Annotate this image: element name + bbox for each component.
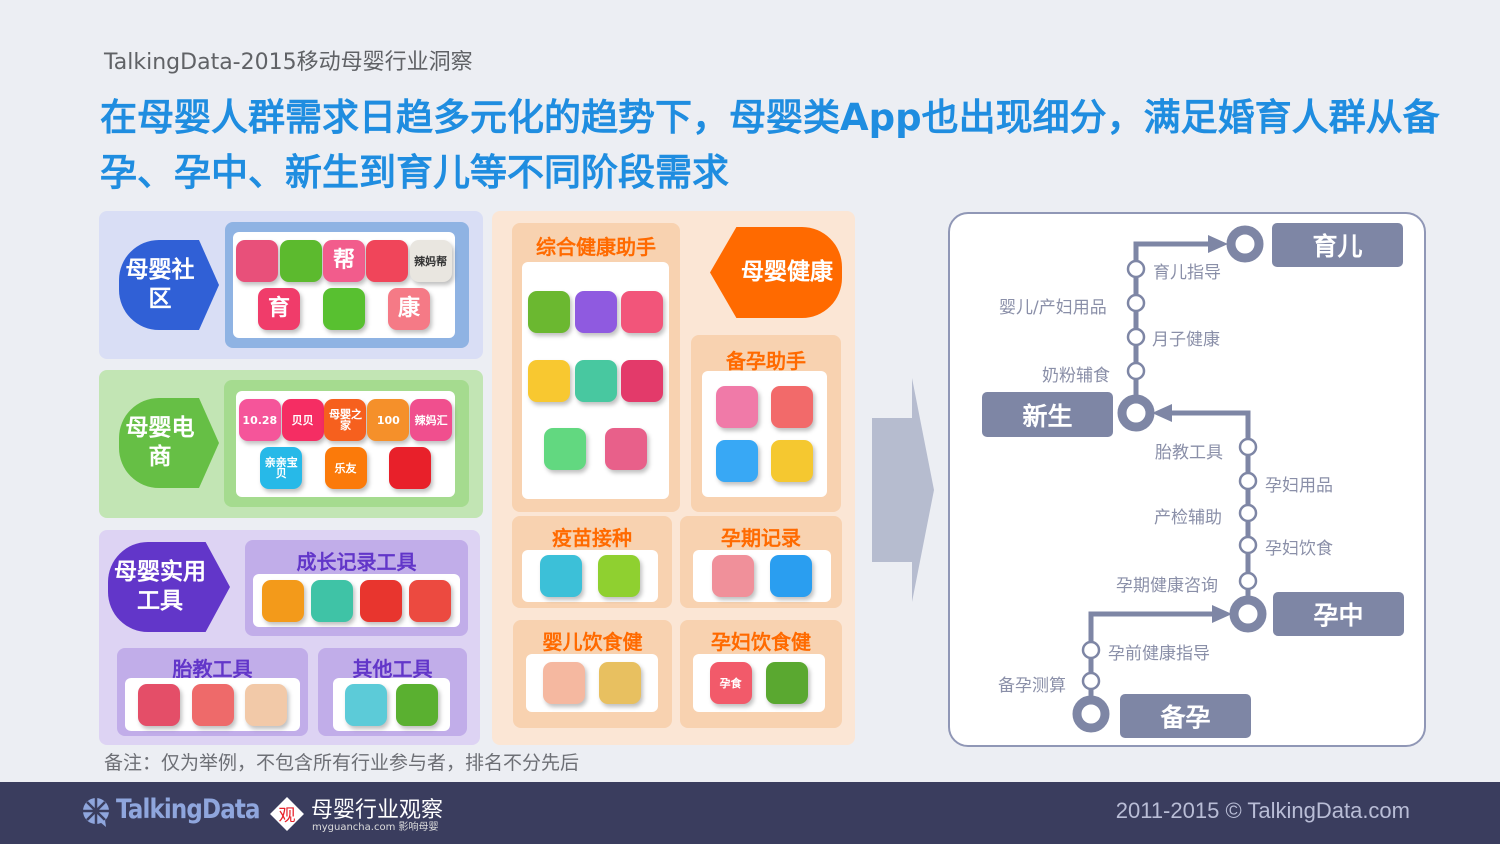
station-label: 胎教工具 [1155, 443, 1223, 463]
station-prep-icon [1072, 695, 1110, 733]
station-label: 婴儿/产妇用品 [999, 298, 1107, 318]
station-label: 孕期健康咨询 [1116, 576, 1218, 596]
station-label: 孕妇用品 [1265, 476, 1333, 496]
station-label: 产检辅助 [1154, 508, 1222, 528]
footer-copyright: 2011-2015 © TalkingData.com [1115, 798, 1410, 823]
footer-bar: TalkingData 观 母婴行业观察 myguancha.com 影响母婴 … [0, 782, 1500, 844]
station-label: 备孕测算 [998, 676, 1066, 696]
footnote: 备注：仅为举例，不包含所有行业参与者，排名不分先后 [104, 752, 580, 774]
station-label: 孕前健康指导 [1108, 644, 1210, 664]
stage-prep: 备孕 [1120, 694, 1251, 738]
stage-parenting: 育儿 [1272, 223, 1403, 267]
talkingdata-logo-icon [83, 798, 109, 827]
metro-line-diagram [1072, 225, 1267, 733]
station-label: 育儿指导 [1153, 263, 1221, 283]
stage-pregnant: 孕中 [1273, 592, 1404, 636]
footer-brand: TalkingData [116, 794, 260, 825]
station-label: 月子健康 [1152, 330, 1220, 350]
footer-partner-sub: myguancha.com 影响母婴 [312, 822, 439, 833]
svg-text:观: 观 [279, 806, 296, 826]
station-parenting-icon [1226, 225, 1264, 263]
stage-newborn: 新生 [982, 392, 1113, 437]
station-label: 孕妇饮食 [1265, 539, 1333, 559]
station-pregnant-icon [1229, 595, 1267, 633]
station-newborn-icon [1117, 394, 1155, 432]
station-label: 奶粉辅食 [1042, 366, 1110, 386]
myguancha-logo-icon: 观 [270, 797, 304, 831]
